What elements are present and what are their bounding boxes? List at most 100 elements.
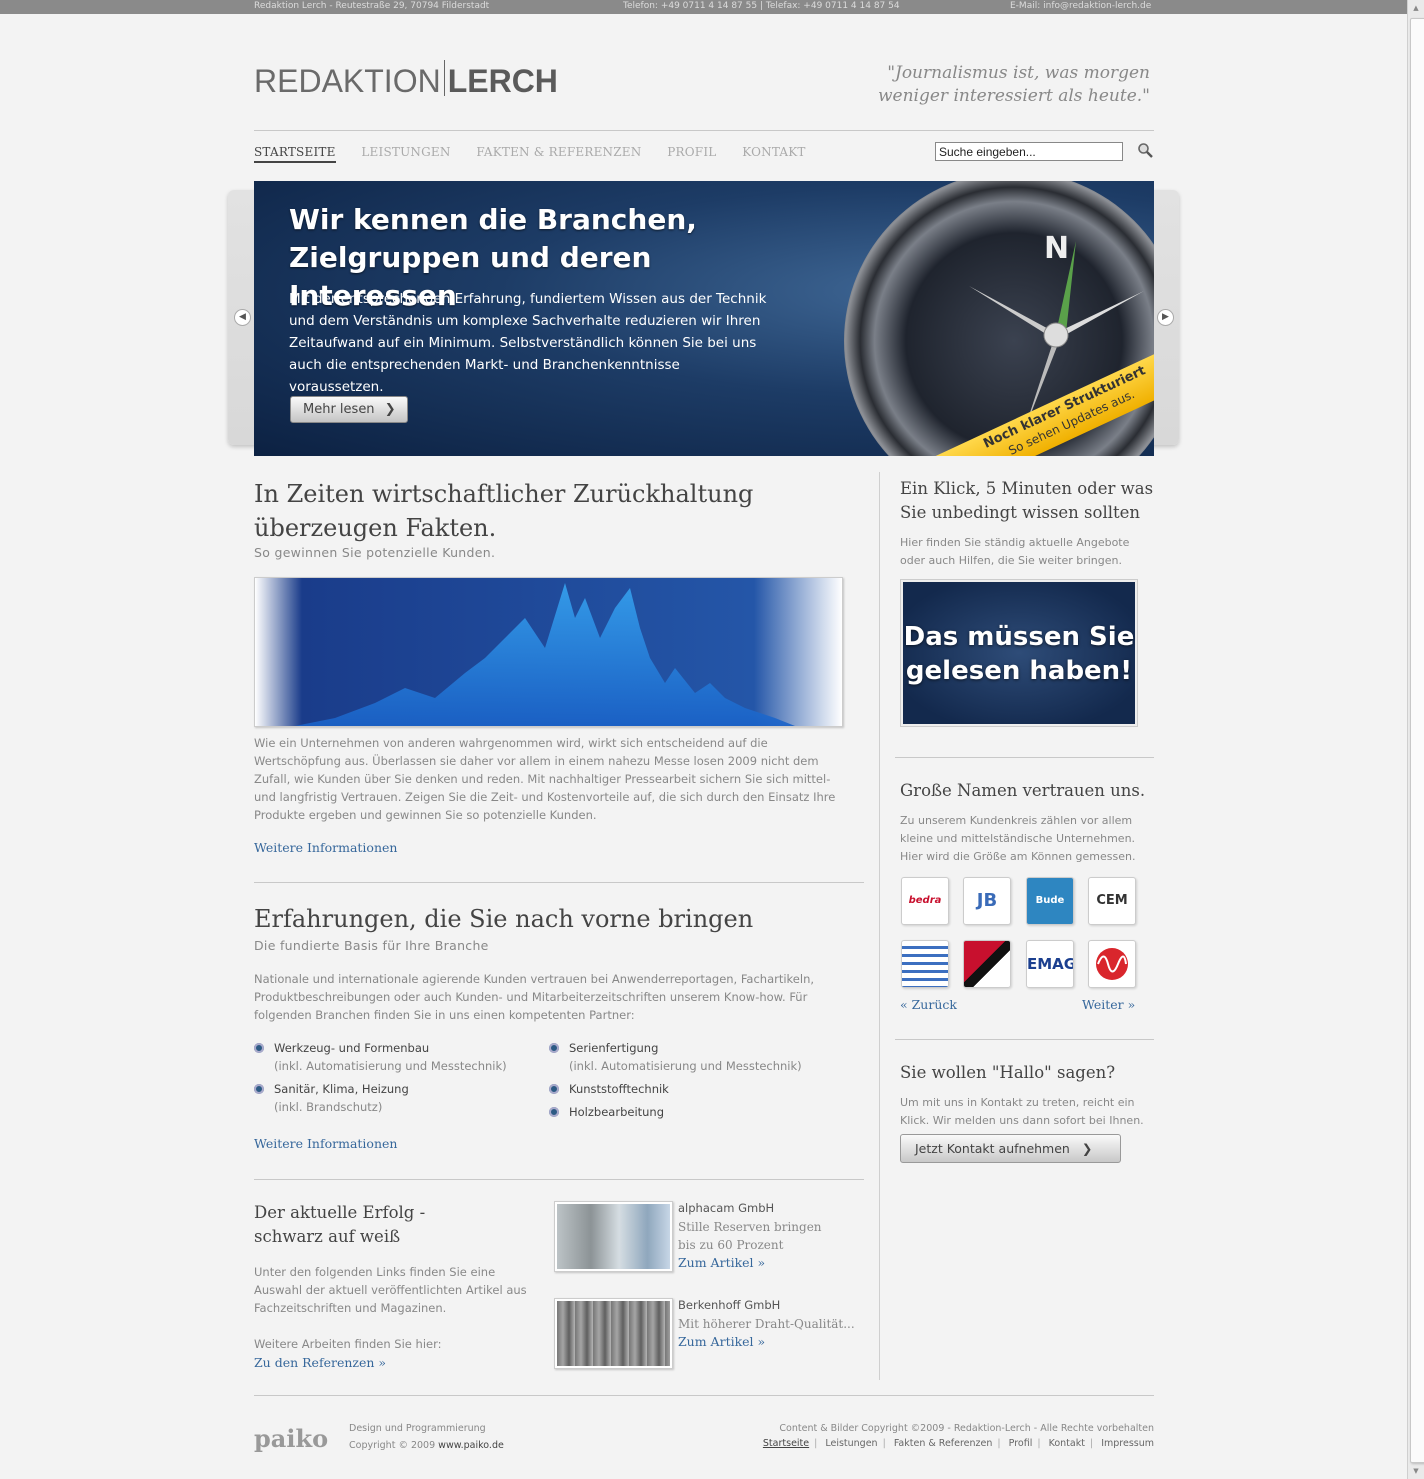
wave-logo-icon <box>1096 948 1128 980</box>
banner-line-1: Das müssen Sie <box>903 622 1135 652</box>
logo-part-lerch: LERCH <box>447 63 558 99</box>
client-logo-jb[interactable]: JB <box>963 877 1011 925</box>
banner-line-2: gelesen haben! <box>905 656 1133 686</box>
section1-more-link[interactable]: Weitere Informationen <box>254 840 397 855</box>
article-1-link[interactable]: Zum Artikel » <box>678 1255 765 1270</box>
list-item: Sanitär, Klima, Heizung (inkl. Brandschu… <box>254 1080 534 1116</box>
quote-line-1: "Journalismus ist, was morgen <box>887 63 1150 83</box>
bullet-icon <box>549 1107 559 1117</box>
footer-nav-fakten[interactable]: Fakten & Referenzen <box>894 1438 993 1449</box>
bullet-icon <box>549 1084 559 1094</box>
chevron-right-icon: ❯ <box>1081 1141 1093 1156</box>
sidebar-box3-text: Um mit uns in Kontakt zu treten, reicht … <box>900 1096 1144 1127</box>
footer-nav-startseite[interactable]: Startseite <box>763 1438 809 1449</box>
footer-design-text: Design und Programmierung <box>349 1423 486 1434</box>
client-logo-bude[interactable]: Bude <box>1026 877 1074 925</box>
sidebar-divider-1 <box>895 757 1154 758</box>
search-input[interactable] <box>935 142 1123 161</box>
nav-divider <box>254 130 1154 131</box>
nav-item-leistungen[interactable]: LEISTUNGEN <box>361 145 450 159</box>
bullet-icon <box>254 1084 264 1094</box>
slide-title-line-1: Wir kennen die Branchen, <box>289 203 697 236</box>
slide-text: Mit der entsprechenden Erfahrung, fundie… <box>289 291 767 395</box>
section1-title: In Zeiten wirtschaftlicher Zurückhaltung… <box>254 480 754 542</box>
article-2-company: Berkenhoff GmbH <box>678 1298 781 1312</box>
top-info-bar: Redaktion Lerch - Reutestraße 29, 70794 … <box>0 0 1408 14</box>
contact-button[interactable]: Jetzt Kontakt aufnehmen ❯ <box>900 1134 1121 1163</box>
logo-divider <box>443 60 445 96</box>
client-logo-bedra[interactable]: bedra <box>901 877 949 925</box>
footer-nav-leistungen[interactable]: Leistungen <box>825 1438 877 1449</box>
client-logo-6[interactable] <box>963 940 1011 988</box>
footer-site-link[interactable]: www.paiko.de <box>438 1440 504 1451</box>
contact-button-label: Jetzt Kontakt aufnehmen <box>915 1141 1070 1156</box>
branch-list-left: Werkzeug- und Formenbau (inkl. Automatis… <box>254 1039 534 1121</box>
footer-nav-profil[interactable]: Profil <box>1009 1438 1033 1449</box>
article-2-link[interactable]: Zum Artikel » <box>678 1334 765 1349</box>
mehr-lesen-label: Mehr lesen <box>303 402 375 417</box>
scroll-down-arrow-icon[interactable]: ▼ <box>1411 1466 1421 1476</box>
section1-text: Wie ein Unternehmen von anderen wahrgeno… <box>254 736 836 822</box>
article-2-desc: Mit höherer Draht-Qualität... <box>678 1317 855 1331</box>
client-logo-emag[interactable]: EMAG <box>1026 940 1074 988</box>
sidebar-box2-text: Zu unserem Kundenkreis zählen vor allem … <box>900 814 1136 863</box>
logos-prev-link[interactable]: « Zurück <box>900 997 957 1012</box>
page-scrollbar[interactable]: ▲ ▼ <box>1407 0 1424 1479</box>
logo-part-redaktion: REDAKTION <box>254 63 441 99</box>
search-icon[interactable] <box>1137 142 1153 158</box>
section3-title-line-2: schwarz auf weiß <box>254 1227 401 1246</box>
section2-title: Erfahrungen, die Sie nach vorne bringen <box>254 905 754 933</box>
bullet-icon <box>549 1043 559 1053</box>
paiko-logo[interactable]: paiko <box>254 1424 328 1453</box>
hero-slide: N Wir kennen die Branchen, Zielgruppen u… <box>254 181 1154 456</box>
chevron-right-icon: ❯ <box>384 402 396 417</box>
slider-next-arrow-icon[interactable]: ▶ <box>1157 309 1174 326</box>
section3-text: Unter den folgenden Links finden Sie ein… <box>254 1265 527 1315</box>
mehr-lesen-button[interactable]: Mehr lesen ❯ <box>290 396 408 423</box>
article-1-desc: Stille Reserven bringen bis zu 60 Prozen… <box>678 1220 822 1252</box>
sidebar-box3-title: Sie wollen "Hallo" sagen? <box>900 1063 1116 1082</box>
client-logo-cem[interactable]: CEM <box>1088 877 1136 925</box>
list-item: Holzbearbeitung <box>549 1103 849 1121</box>
branch-list-right: Serienfertigung (inkl. Automatisierung u… <box>549 1039 849 1126</box>
section3-title-line-1: Der aktuelle Erfolg - <box>254 1203 426 1222</box>
list-item: Kunststofftechnik <box>549 1080 849 1098</box>
footer-nav-kontakt[interactable]: Kontakt <box>1049 1438 1085 1449</box>
site-logo[interactable]: REDAKTION LERCH <box>254 60 558 100</box>
sidebar-box1-text: Hier finden Sie ständig aktuelle Angebot… <box>900 536 1130 567</box>
quote-line-2: weniger interessiert als heute." <box>877 86 1150 106</box>
nav-item-profil[interactable]: PROFIL <box>667 145 716 159</box>
nav-item-startseite[interactable]: STARTSEITE <box>254 145 336 163</box>
article-1-company: alphacam GmbH <box>678 1201 775 1215</box>
client-logo-8[interactable] <box>1088 940 1136 988</box>
section2-subtitle: Die fundierte Basis für Ihre Branche <box>254 938 489 953</box>
section2-more-link[interactable]: Weitere Informationen <box>254 1136 397 1151</box>
section1-subtitle: So gewinnen Sie potenzielle Kunden. <box>254 545 496 560</box>
phone-text: Telefon: +49 0711 4 14 87 55 | Telefax: … <box>623 1 900 11</box>
footer-nav: Startseite | Leistungen | Fakten & Referen… <box>762 1438 1154 1449</box>
list-item: Werkzeug- und Formenbau (inkl. Automatis… <box>254 1039 534 1075</box>
article-thumbnail-1[interactable] <box>554 1201 673 1272</box>
footer-copyright-text: Copyright © 2009 <box>349 1440 436 1451</box>
sidebar-divider <box>879 472 880 1380</box>
scroll-up-arrow-icon[interactable]: ▲ <box>1411 3 1421 13</box>
footer-content-copyright: Content & Bilder Copyright ©2009 - Redak… <box>779 1423 1154 1434</box>
nav-item-kontakt[interactable]: KONTAKT <box>742 145 805 159</box>
footer-nav-impressum[interactable]: Impressum <box>1101 1438 1154 1449</box>
footer-divider <box>254 1395 1154 1396</box>
email-text[interactable]: E-Mail: info@redaktion-lerch.de <box>1010 0 1151 13</box>
main-nav: STARTSEITE LEISTUNGEN FAKTEN & REFERENZE… <box>254 145 828 163</box>
logos-next-link[interactable]: Weiter » <box>1082 997 1135 1012</box>
list-item: Serienfertigung (inkl. Automatisierung u… <box>549 1039 849 1075</box>
stock-chart-image <box>254 577 843 727</box>
client-logo-5[interactable] <box>901 940 949 988</box>
slider-prev-arrow-icon[interactable]: ◀ <box>234 309 251 326</box>
must-read-banner[interactable]: Das müssen Sie gelesen haben! <box>901 580 1137 726</box>
references-link[interactable]: Zu den Referenzen » <box>254 1355 386 1370</box>
sidebar-box2-title: Große Namen vertrauen uns. <box>900 781 1146 800</box>
scrollbar-thumb[interactable] <box>1410 18 1424 1463</box>
nav-item-fakten-referenzen[interactable]: FAKTEN & REFERENZEN <box>476 145 641 159</box>
bullet-icon <box>254 1043 264 1053</box>
article-thumbnail-2[interactable] <box>554 1298 673 1369</box>
section3-title: Der aktuelle Erfolg - schwarz auf weiß <box>254 1201 425 1249</box>
